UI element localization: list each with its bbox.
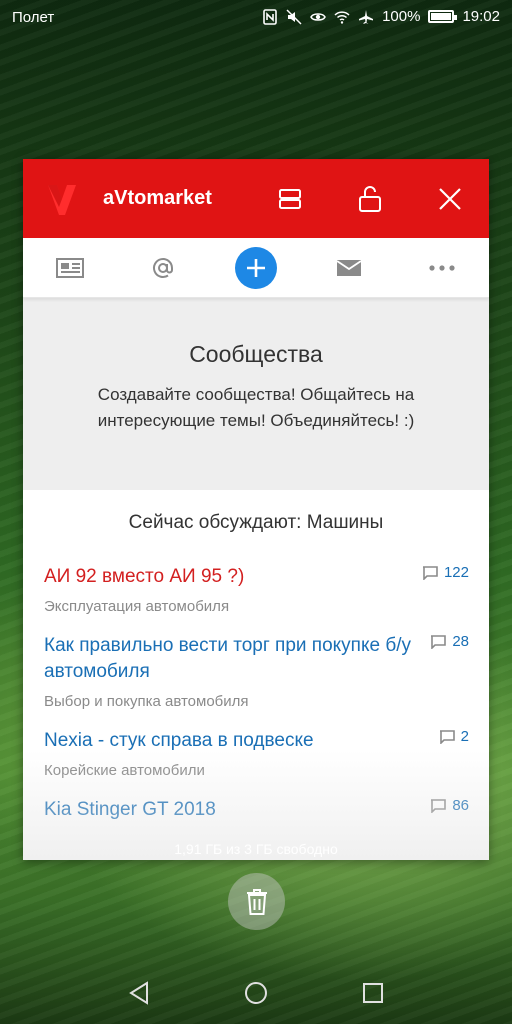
close-icon[interactable] xyxy=(434,183,466,215)
clear-all-button[interactable] xyxy=(228,873,285,930)
more-icon[interactable] xyxy=(418,244,466,292)
topic-item[interactable]: Kia Stinger GT 2018 86 xyxy=(23,797,489,823)
mail-icon[interactable] xyxy=(325,244,373,292)
wifi-icon xyxy=(334,10,350,24)
comment-count: 86 xyxy=(430,797,469,814)
recents-icon[interactable] xyxy=(353,973,393,1013)
topic-title[interactable]: Как правильно вести торг при покупке б/у… xyxy=(44,633,429,685)
status-bar: Полет 100% 19:02 xyxy=(0,0,512,36)
news-icon[interactable] xyxy=(46,244,94,292)
battery-percent: 100% xyxy=(382,8,421,25)
split-screen-icon[interactable] xyxy=(274,183,306,215)
app-header: aVtomarket xyxy=(23,159,489,238)
topic-item[interactable]: АИ 92 вместо АИ 95 ?) Эксплуатация автом… xyxy=(23,564,489,615)
battery-icon xyxy=(428,10,458,23)
comment-icon xyxy=(431,634,447,649)
unlock-icon[interactable] xyxy=(354,183,386,215)
comment-icon xyxy=(431,798,447,813)
communities-promo: Сообщества Создавайте сообщества! Общайт… xyxy=(23,298,489,490)
nfc-icon xyxy=(263,8,277,25)
clock: 19:02 xyxy=(462,8,500,25)
plus-icon[interactable] xyxy=(232,244,280,292)
topic-item[interactable]: Как правильно вести торг при покупке б/у… xyxy=(23,633,489,710)
comment-icon xyxy=(422,565,438,580)
topic-title[interactable]: АИ 92 вместо АИ 95 ?) xyxy=(44,564,429,590)
comment-icon xyxy=(439,729,455,744)
topic-category: Эксплуатация автомобиля xyxy=(44,598,230,615)
comment-count: 122 xyxy=(422,564,469,581)
eye-icon xyxy=(310,12,326,21)
back-icon[interactable] xyxy=(119,973,159,1013)
discussions-title: Сейчас обсуждают: Машины xyxy=(128,512,384,533)
app-title: aVtomarket xyxy=(103,187,212,209)
carrier-label: Полет xyxy=(12,9,55,26)
airplane-icon xyxy=(359,9,374,24)
mute-icon xyxy=(286,8,302,25)
app-logo-icon xyxy=(48,185,76,215)
trash-icon xyxy=(246,888,267,915)
topic-title[interactable]: Nexia - стук справа в подвеске xyxy=(44,728,429,754)
app-card[interactable]: aVtomarket Сообщества Создавайте сообщес… xyxy=(23,159,489,860)
topic-item[interactable]: Nexia - стук справа в подвеске Корейские… xyxy=(23,728,489,779)
topic-title[interactable]: Kia Stinger GT 2018 xyxy=(44,797,429,823)
at-icon[interactable] xyxy=(139,244,187,292)
toolbar xyxy=(23,238,489,298)
promo-title: Сообщества xyxy=(189,341,323,367)
comment-count: 28 xyxy=(430,633,469,650)
comment-count: 2 xyxy=(439,728,469,745)
topic-category: Выбор и покупка автомобиля xyxy=(44,693,249,710)
promo-text: Создавайте сообщества! Общайтесь на инте… xyxy=(97,385,415,430)
storage-info: 1,91 ГБ из 3 ГБ свободно xyxy=(174,841,338,857)
home-icon[interactable] xyxy=(236,973,276,1013)
navigation-bar xyxy=(0,962,512,1024)
topic-category: Корейские автомобили xyxy=(44,762,205,779)
